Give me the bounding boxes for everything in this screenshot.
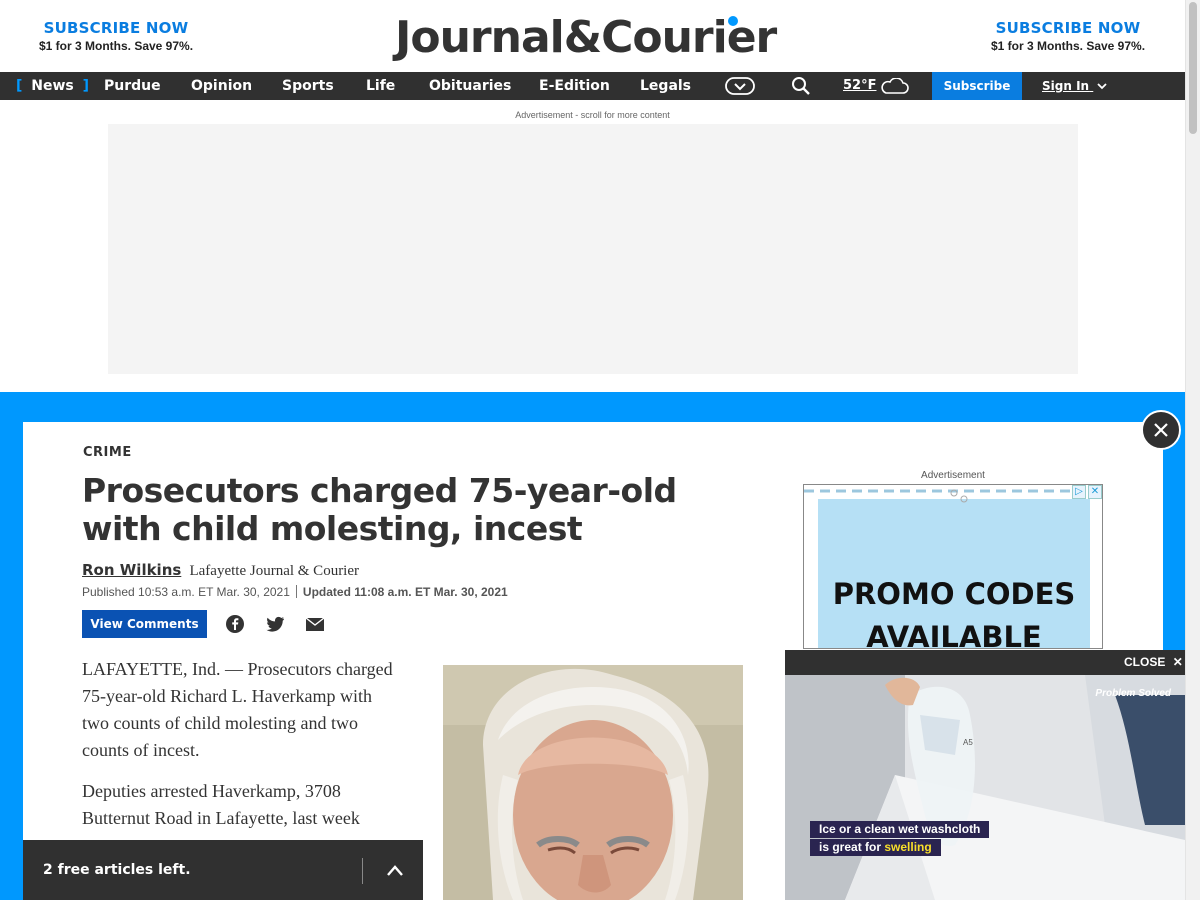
nav-item-purdue[interactable]: Purdue — [104, 72, 161, 100]
byline: Ron Wilkins Lafayette Journal & Courier — [82, 561, 359, 580]
coupon-border — [804, 489, 1102, 503]
caption-highlight: swelling — [884, 840, 932, 854]
promo-title[interactable]: SUBSCRIBE NOW — [968, 19, 1168, 37]
chevron-down-icon — [1097, 83, 1107, 90]
author-affiliation: Lafayette Journal & Courier — [189, 563, 360, 579]
site-logo[interactable]: Journal&Courier — [395, 12, 795, 64]
free-articles-text: 2 free articles left. — [43, 862, 191, 878]
nav-item-obituaries[interactable]: Obituaries — [429, 72, 511, 100]
cloud-icon[interactable] — [879, 78, 909, 94]
mugshot-image — [443, 665, 743, 900]
sign-in-link[interactable]: Sign In — [1042, 72, 1107, 100]
author-link[interactable]: Ron Wilkins — [82, 561, 181, 579]
nav-item-news[interactable]: [ News ] — [16, 72, 89, 100]
subscribe-promo-right[interactable]: SUBSCRIBE NOW $1 for 3 Months. Save 97%. — [968, 19, 1168, 53]
promo-subtitle[interactable]: $1 for 3 Months. Save 97%. — [968, 39, 1168, 53]
search-icon[interactable] — [791, 76, 811, 96]
article-dates: Published 10:53 a.m. ET Mar. 30, 2021 Upd… — [82, 585, 508, 599]
nav-item-e-edition[interactable]: E-Edition — [539, 72, 610, 100]
scroll-thumb[interactable] — [1189, 2, 1197, 134]
top-header: SUBSCRIBE NOW $1 for 3 Months. Save 97%.… — [0, 0, 1185, 72]
promo-ad-text: PROMO CODES AVAILABLE — [804, 573, 1102, 649]
bracket-right: ] — [82, 78, 90, 94]
email-share-icon[interactable] — [305, 614, 325, 634]
nav-item-opinion[interactable]: Opinion — [191, 72, 252, 100]
page-scrollbar[interactable] — [1185, 0, 1200, 900]
article-photo[interactable] — [443, 665, 743, 900]
nav-item-life[interactable]: Life — [366, 72, 395, 100]
ad-slot-top — [108, 124, 1078, 374]
ad-label-right: Advertisement — [921, 470, 985, 481]
svg-text:A5: A5 — [963, 738, 973, 747]
chevron-up-icon[interactable] — [385, 862, 405, 878]
close-icon — [1154, 423, 1168, 437]
video-player[interactable]: A5 Problem Solved Ice or a clean wet was… — [785, 675, 1185, 900]
video-caption-line-2: is great for swelling — [810, 839, 941, 856]
sign-in-label[interactable]: Sign In — [1042, 79, 1089, 93]
article-paragraph: Deputies arrested Haverkamp, 3708 Butter… — [82, 781, 360, 828]
updated-date: Updated 11:08 a.m. ET Mar. 30, 2021 — [302, 585, 508, 599]
caption-text: is great for — [819, 840, 882, 854]
nav-item-legals[interactable]: Legals — [640, 72, 691, 100]
nav-item-sports[interactable]: Sports — [282, 72, 334, 100]
twitter-share-icon[interactable] — [265, 614, 285, 634]
promo-ad[interactable]: PROMO CODES AVAILABLE ▷ ✕ — [803, 484, 1103, 649]
promo-title[interactable]: SUBSCRIBE NOW — [16, 19, 216, 37]
promo-line-2: AVAILABLE — [866, 620, 1042, 649]
free-articles-bar[interactable]: 2 free articles left. — [23, 840, 423, 900]
video-brand: Problem Solved — [1095, 688, 1171, 699]
promo-subtitle[interactable]: $1 for 3 Months. Save 97%. — [16, 39, 216, 53]
more-chevron-down-icon[interactable] — [725, 76, 755, 96]
video-close-label[interactable]: CLOSE — [1124, 655, 1165, 669]
date-divider — [295, 585, 297, 598]
article-paragraph: LAFAYETTE, Ind. — Prosecutors charged 75… — [82, 659, 393, 760]
adchoices-icon[interactable]: ▷ — [1072, 485, 1086, 499]
close-article-button[interactable] — [1141, 410, 1181, 450]
nav-item-label[interactable]: News — [31, 78, 73, 94]
subscribe-button[interactable]: Subscribe — [932, 72, 1022, 100]
section-label[interactable]: CRIME — [83, 445, 132, 460]
video-frame: A5 — [785, 675, 1185, 900]
view-comments-button[interactable]: View Comments — [82, 610, 207, 638]
divider — [362, 858, 363, 884]
promo-line-1: PROMO CODES — [832, 577, 1076, 611]
headline: Prosecutors charged 75-year-old with chi… — [82, 471, 677, 548]
ad-close-icon[interactable]: ✕ — [1088, 485, 1102, 499]
close-icon[interactable]: ✕ — [1173, 655, 1183, 669]
video-close-button[interactable]: CLOSE ✕ — [1124, 650, 1183, 675]
subscribe-promo-left[interactable]: SUBSCRIBE NOW $1 for 3 Months. Save 97%. — [16, 19, 216, 53]
logo-dot — [728, 16, 738, 26]
weather-temp[interactable]: 52°F — [843, 72, 876, 100]
bracket-left: [ — [16, 78, 23, 94]
main-nav: [ News ] Purdue Opinion Sports Life Obit… — [0, 72, 1185, 100]
facebook-share-icon[interactable] — [225, 614, 245, 634]
video-caption-line-1: Ice or a clean wet washcloth — [810, 821, 990, 838]
page: SUBSCRIBE NOW $1 for 3 Months. Save 97%.… — [0, 0, 1200, 900]
ad-label-top: Advertisement - scroll for more content — [515, 110, 670, 120]
published-date: Published 10:53 a.m. ET Mar. 30, 2021 — [82, 585, 290, 599]
